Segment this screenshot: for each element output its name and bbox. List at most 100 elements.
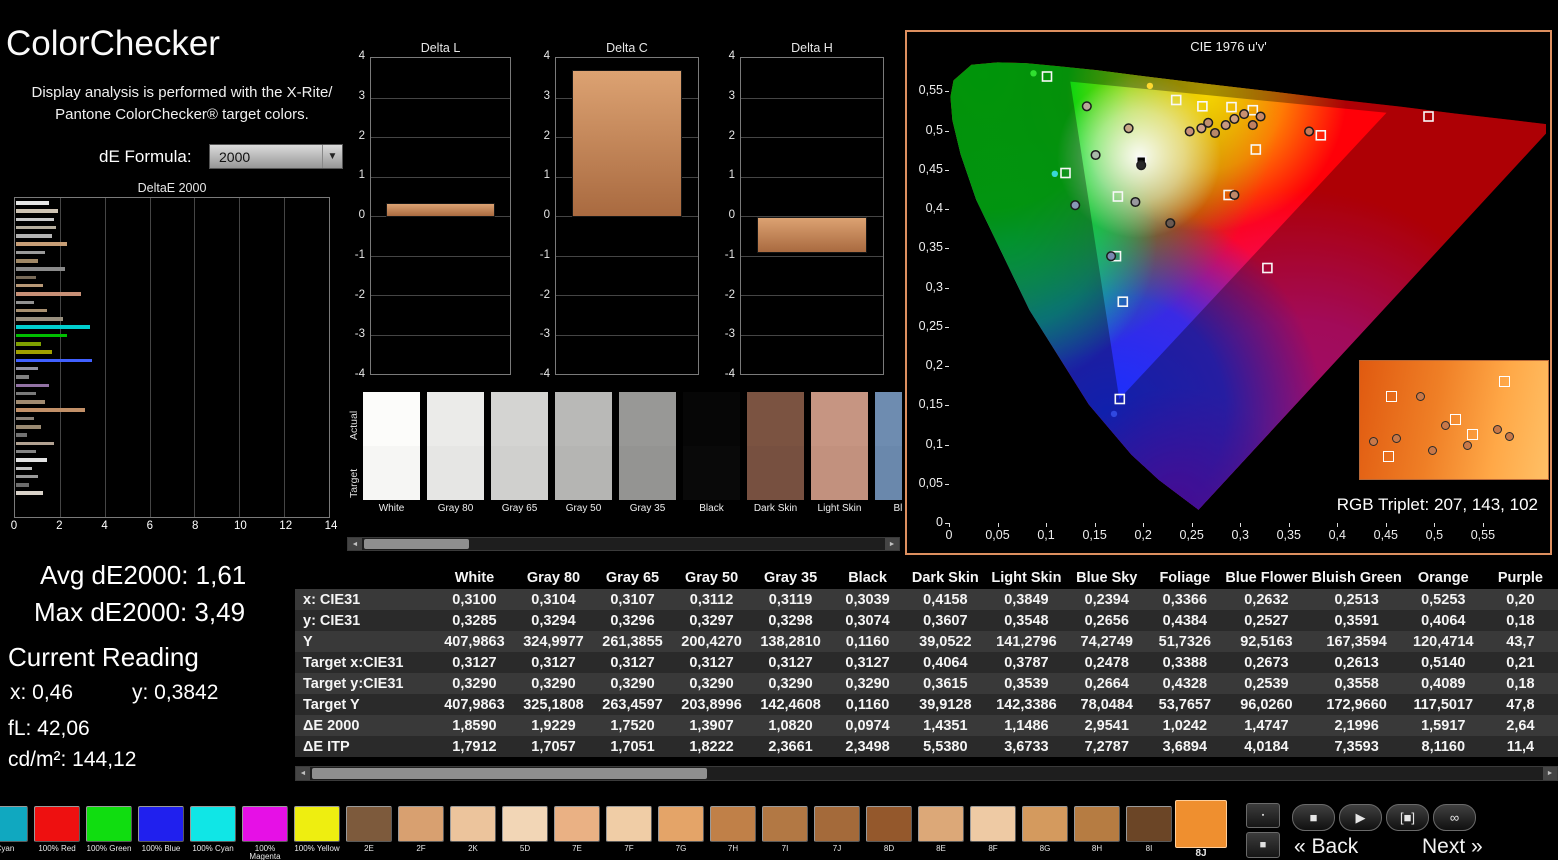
gridline: [741, 137, 883, 138]
patch-tile-2e[interactable]: [346, 806, 392, 842]
axis-tick-label: 0: [358, 209, 365, 221]
table-scrollbar[interactable]: ◄ ►: [295, 766, 1558, 781]
cie-title: CIE 1976 u'v': [1190, 39, 1267, 54]
patch-tile-100-green[interactable]: [86, 806, 132, 842]
scroll-left-icon[interactable]: ◄: [348, 538, 362, 550]
patch-tile-8f[interactable]: [970, 806, 1016, 842]
scroll-track[interactable]: [310, 767, 1543, 780]
next-button[interactable]: Next »: [1422, 835, 1483, 859]
inset-target-marker: [1450, 414, 1462, 426]
patch-tile-100-blue[interactable]: [138, 806, 184, 842]
color-patch-gray-50: Gray 50: [555, 392, 612, 514]
axis-tick-label: 0: [728, 209, 735, 221]
patch-tile-8d[interactable]: [866, 806, 912, 842]
patch-tile-8j[interactable]: [1175, 800, 1227, 848]
axis-tick-label: -4: [354, 368, 365, 380]
scroll-thumb[interactable]: [364, 539, 469, 549]
deltae-bar: [16, 391, 37, 396]
patch-tile-2f[interactable]: [398, 806, 444, 842]
table-cell: 0,3074: [845, 612, 890, 629]
scroll-thumb[interactable]: [312, 768, 707, 779]
table-cell: 74,2749: [1080, 633, 1133, 650]
table-cell: 2,9541: [1084, 717, 1129, 734]
table-cell: 1,0242: [1162, 717, 1208, 734]
target-swatch: [427, 446, 484, 500]
deltae-bars: [16, 201, 328, 517]
patch-tile-7h[interactable]: [710, 806, 756, 842]
patch-tile-8h[interactable]: [1074, 806, 1120, 842]
gridline: [556, 334, 698, 336]
patch-label: Gray 80: [437, 503, 474, 514]
patch-tile-label: 100% Blue: [141, 844, 181, 853]
current-fl-readout: fL: 42,06: [8, 717, 90, 740]
pattern-small-button[interactable]: ▪: [1246, 803, 1280, 828]
patch-tile-100-magenta[interactable]: [242, 806, 288, 842]
patch-tile-7g[interactable]: [658, 806, 704, 842]
inset-target-marker: [1499, 376, 1511, 388]
delta-chart-plot: [555, 57, 699, 375]
tick-mark: [1240, 523, 1242, 527]
record-button[interactable]: [■]: [1386, 804, 1429, 831]
patch-tile-2k[interactable]: [450, 806, 496, 842]
patch-tile-7e[interactable]: [554, 806, 600, 842]
delta-chart-title: Delta L: [420, 41, 461, 55]
target-swatch: [811, 446, 868, 500]
scroll-right-icon[interactable]: ►: [885, 538, 899, 550]
patch-label: Light Skin: [817, 503, 862, 514]
color-patch-blue: Blue: [875, 392, 902, 514]
play-button[interactable]: ▶: [1339, 804, 1382, 831]
deltae-bar: [16, 433, 28, 437]
table-cell: 47,8: [1506, 696, 1535, 713]
axis-tick-label: 14: [324, 520, 338, 532]
deltae-bar: [16, 458, 48, 462]
table-cell: 0,3290: [531, 675, 576, 692]
stop-button[interactable]: ■: [1292, 804, 1335, 831]
axis-tick-label: 2: [543, 129, 550, 142]
patch-tile-100-red[interactable]: [34, 806, 80, 842]
scroll-right-icon[interactable]: ►: [1543, 767, 1557, 780]
patch-tile-100-yellow[interactable]: [294, 806, 340, 842]
pattern-large-button[interactable]: ■: [1246, 832, 1280, 858]
patch-tile-5d[interactable]: [502, 806, 548, 842]
column-header: Gray 50: [684, 569, 739, 586]
patch-tile-8i[interactable]: [1126, 806, 1172, 842]
axis-tick-label: 12: [279, 520, 293, 532]
table-row: Target y:CIE31 0,3290 0,3290 0,3290 0,3290 0,…: [295, 673, 1558, 694]
patch-tile-7i[interactable]: [762, 806, 808, 842]
table-cell: 1,7051: [610, 738, 655, 755]
table-cell: 1,0820: [768, 717, 813, 734]
swatch-scrollbar[interactable]: ◄ ►: [347, 537, 900, 551]
table-cell: 11,4: [1506, 738, 1535, 755]
target-swatch: [875, 446, 902, 500]
inset-measured-marker: [1463, 441, 1473, 451]
patch-tile-7j[interactable]: [814, 806, 860, 842]
patch-tile-label: 100% Green: [86, 844, 132, 853]
deltae-bar: [16, 267, 66, 271]
patch-tile-cyan[interactable]: [0, 806, 28, 842]
scroll-left-icon[interactable]: ◄: [296, 767, 310, 780]
row-label: ΔE 2000: [303, 717, 360, 734]
table-cell: 407,9863: [444, 696, 505, 713]
color-patch-gray-65: Gray 65: [491, 392, 548, 514]
patch-tile-7f[interactable]: [606, 806, 652, 842]
chevron-down-icon[interactable]: ▼: [322, 145, 342, 168]
loop-button[interactable]: ∞: [1433, 804, 1476, 831]
gridline: [371, 97, 510, 99]
gridline: [556, 295, 698, 296]
patch-tile-8g[interactable]: [1022, 806, 1068, 842]
tick-mark: [945, 130, 949, 132]
patch-tile-8e[interactable]: [918, 806, 964, 842]
tick-mark: [945, 444, 949, 446]
scroll-track[interactable]: [362, 538, 885, 550]
inset-target-marker: [1382, 450, 1394, 462]
deltae-bar: [16, 242, 68, 246]
axis-tick-label: 0,15: [1082, 528, 1107, 542]
back-button[interactable]: « Back: [1294, 835, 1358, 859]
de-formula-dropdown[interactable]: 2000 ▼: [209, 144, 343, 169]
table-cell: 2,64: [1506, 717, 1535, 734]
table-cell: 0,3558: [1334, 675, 1379, 692]
axis-tick-label: 0,45: [918, 161, 943, 176]
patch-tile-100-cyan[interactable]: [190, 806, 236, 842]
axis-tick-label: 4: [543, 50, 550, 62]
table-cell: 0,2673: [1244, 654, 1289, 671]
